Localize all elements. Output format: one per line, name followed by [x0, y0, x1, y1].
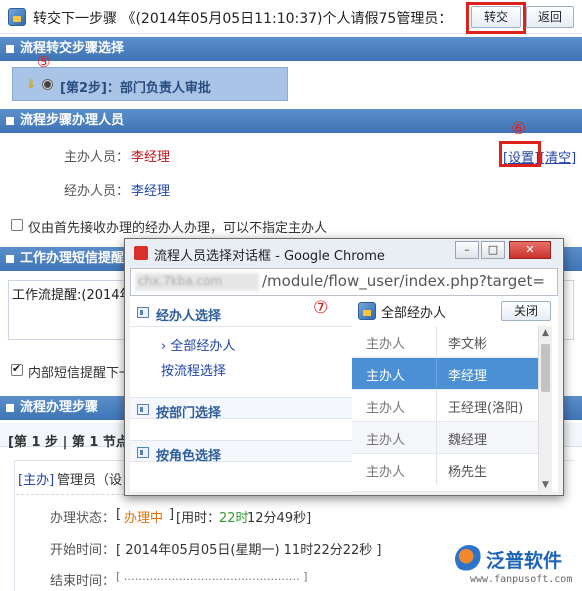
- annotation-marker-6: ⑥: [511, 119, 527, 139]
- end-time-label: 结束时间：: [50, 574, 116, 589]
- handlers-icon: [358, 302, 376, 320]
- item-all-handlers[interactable]: › 全部经办人: [161, 335, 235, 354]
- end-time-value: [ ………………………………………… ]: [116, 570, 308, 583]
- cell-divider: [436, 454, 437, 485]
- host-text: 管理员（设: [57, 473, 123, 488]
- user-role: 主办人: [366, 433, 406, 448]
- brand-url: www.fanpusoft.com: [470, 574, 573, 585]
- internal-sms-checkbox[interactable]: [11, 362, 23, 376]
- user-row[interactable]: 主办人 李文彬: [352, 326, 538, 358]
- maximize-button[interactable]: □: [481, 241, 505, 259]
- fanpu-logo-icon: [455, 545, 483, 573]
- user-row-selected[interactable]: 主办人 李经理: [352, 358, 538, 390]
- main-handler-value: 李经理: [131, 150, 171, 165]
- section-step-select: 流程转交步骤选择: [0, 37, 582, 61]
- internal-sms-label: 内部短信提醒下一: [28, 366, 133, 381]
- cell-divider: [436, 390, 437, 421]
- scroll-down-icon[interactable]: ▼: [539, 478, 552, 492]
- scroll-up-icon[interactable]: ▲: [539, 326, 552, 340]
- user-row[interactable]: 主办人 王经理(洛阳): [352, 390, 538, 422]
- co-handler-label: 经办人员：: [64, 184, 130, 199]
- user-role: 主办人: [366, 401, 406, 416]
- group-by-role[interactable]: 按角色选择: [156, 445, 221, 464]
- back-button[interactable]: 返回: [526, 6, 574, 28]
- status-label: 办理状态：: [50, 511, 116, 526]
- user-row[interactable]: 主办人 杨先生: [352, 454, 538, 492]
- item-all-handlers-label: 全部经办人: [170, 339, 236, 354]
- user-name: 魏经理: [448, 433, 488, 448]
- status-bracket-close: ]: [169, 507, 175, 522]
- start-time-label: 开始时间：: [50, 543, 116, 558]
- annotation-box-6: [499, 141, 541, 167]
- window-close-button[interactable]: ✕: [509, 241, 551, 259]
- panel-icon: [137, 447, 149, 458]
- step-option-label: [第2步]：部门负责人审批: [60, 81, 211, 96]
- only-first-checkbox[interactable]: [11, 219, 23, 231]
- main-handler-label: 主办人员：: [64, 150, 130, 165]
- url-path: /module/flow_user/index.php?target=: [262, 272, 545, 290]
- user-name: 李经理: [448, 369, 488, 384]
- url-host: chx.7kba.com: [138, 274, 223, 288]
- cell-divider: [436, 358, 437, 389]
- cell-divider: [436, 326, 437, 357]
- user-row[interactable]: 主办人 魏经理: [352, 422, 538, 454]
- brand-watermark: 泛普软件: [486, 550, 563, 572]
- clear-link[interactable]: [清空]: [540, 147, 576, 166]
- status-bracket-open: [: [116, 507, 122, 522]
- group-handler-select[interactable]: 经办人选择: [156, 305, 221, 324]
- cell-divider: [436, 422, 437, 453]
- user-name: 杨先生: [448, 465, 488, 480]
- co-handler-value: 李经理: [131, 184, 171, 199]
- time-used-value: 22时: [219, 511, 249, 526]
- scroll-thumb[interactable]: [541, 344, 550, 392]
- list-scrollbar[interactable]: ▲ ▼: [538, 326, 552, 492]
- chrome-page-icon: [134, 246, 148, 260]
- dialog-title: 流程人员选择对话框 - Google Chrome: [154, 249, 385, 264]
- section-handlers: 流程步骤办理人员: [0, 109, 582, 133]
- panel-icon: [137, 404, 149, 415]
- start-time-value: [ 2014年05月05日(星期一) 11时22分22秒 ]: [116, 543, 382, 558]
- minimize-button[interactable]: –: [455, 241, 479, 259]
- panel-icon: [137, 307, 149, 318]
- page-title: 转交下一步骤 《(2014年05月05日11:10:37)个人请假75管理员：: [33, 11, 453, 27]
- user-role: 主办人: [366, 465, 406, 480]
- time-used-rest: 12分49秒]: [247, 511, 312, 526]
- arrow-down-icon: ⇓: [26, 77, 37, 91]
- workflow-icon: [8, 8, 26, 26]
- step-line: [第 1 步 | 第 1 节点: [8, 435, 129, 450]
- group-by-department[interactable]: 按部门选择: [156, 402, 221, 421]
- only-first-checkbox-label: 仅由首先接收办理的经办人办理，可以不指定主办人: [28, 221, 328, 236]
- user-role: 主办人: [366, 369, 406, 384]
- user-role: 主办人: [366, 337, 406, 352]
- annotation-marker-7: ⑦: [313, 298, 329, 318]
- item-by-flow[interactable]: 按流程选择: [161, 360, 226, 379]
- annotation-box-8: [466, 2, 526, 34]
- time-used-label: [用时：: [176, 511, 221, 526]
- host-tag: [主办]: [18, 473, 55, 488]
- right-pane-title: 全部经办人: [381, 306, 447, 321]
- step-radio[interactable]: [42, 79, 53, 90]
- pane-divider: [130, 326, 352, 327]
- user-name: 王经理(洛阳): [448, 401, 524, 416]
- status-value: 办理中: [124, 511, 164, 526]
- sms-text: 工作流提醒:(2014年: [12, 288, 133, 303]
- user-name: 李文彬: [448, 337, 488, 352]
- dialog-close-button[interactable]: 关闭: [501, 301, 551, 321]
